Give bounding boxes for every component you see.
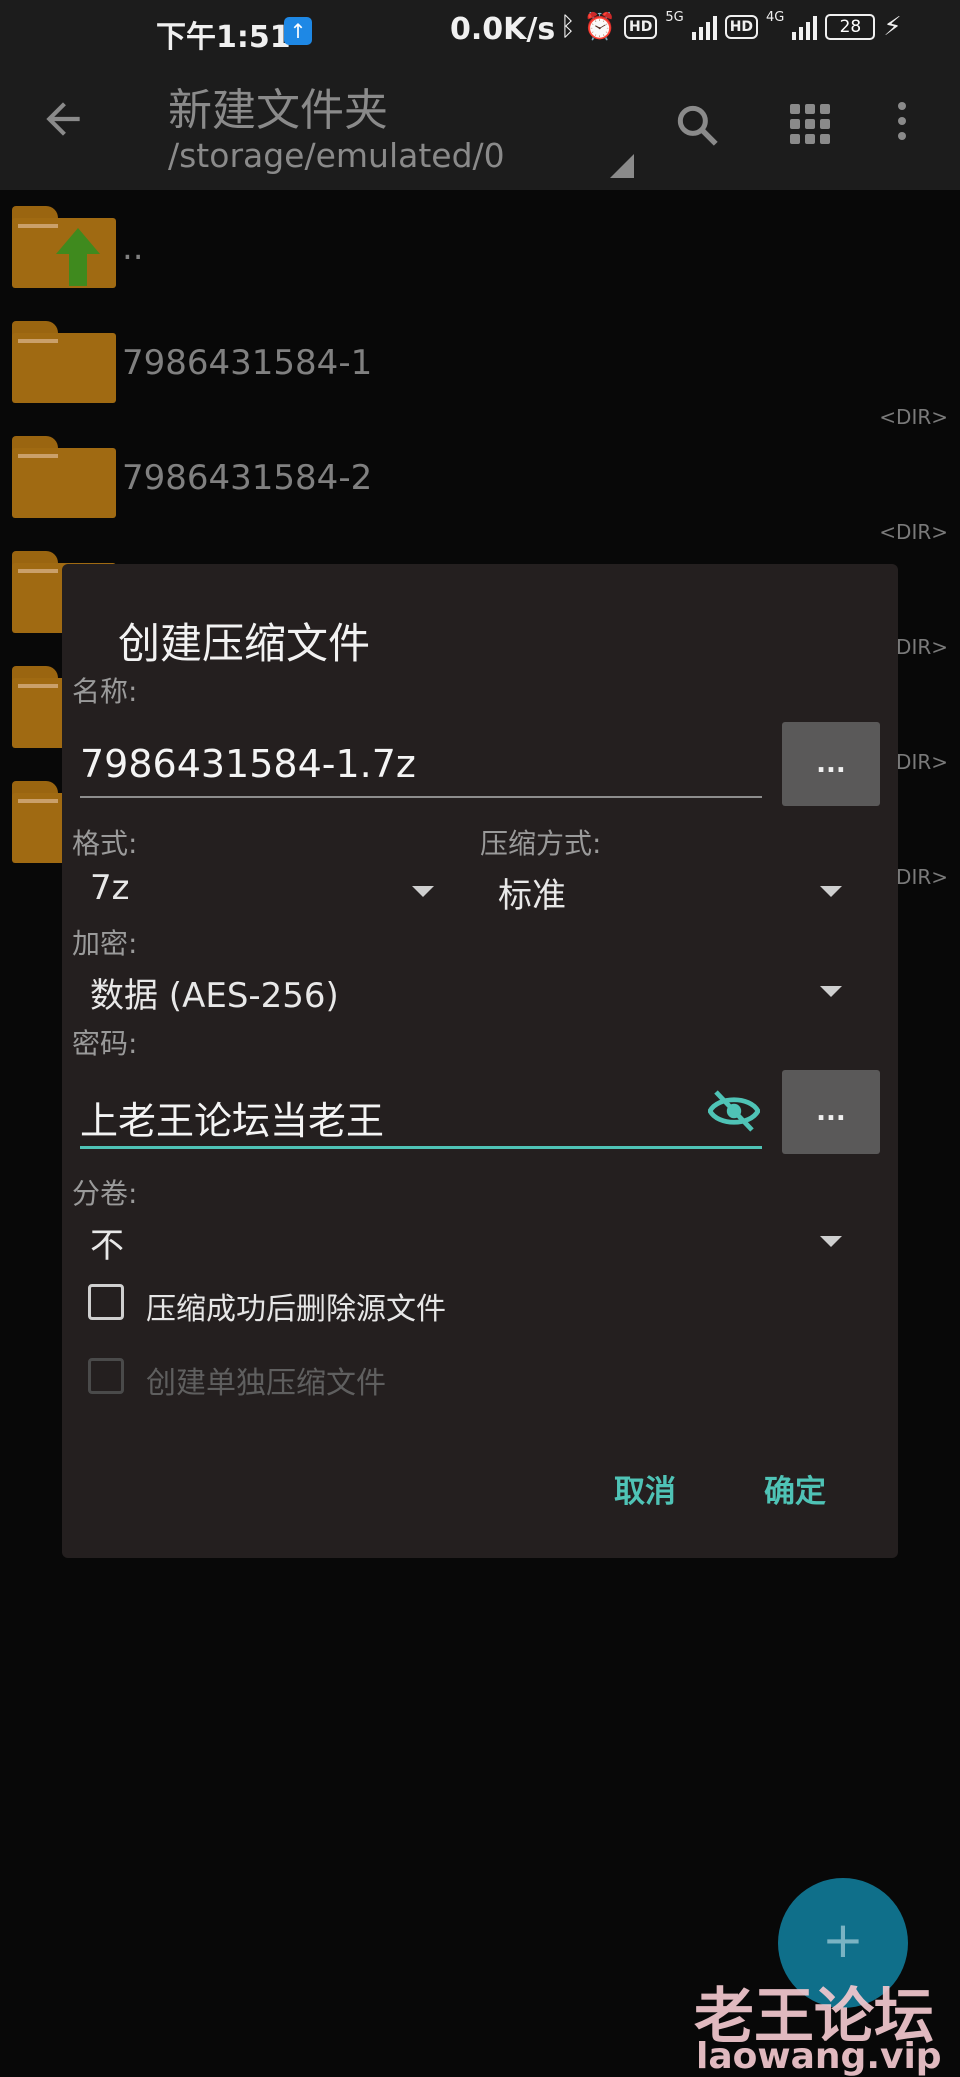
dialog-title: 创建压缩文件 (118, 619, 371, 668)
network-type-5g: 5G (665, 9, 684, 25)
signal-icon-2 (792, 14, 818, 40)
ok-button[interactable]: 确定 (764, 1466, 826, 1511)
name-label: 名称: (72, 675, 138, 708)
folder-icon (12, 436, 116, 518)
current-path[interactable]: /storage/emulated/0 (168, 136, 505, 175)
format-select[interactable]: 7z (90, 868, 129, 908)
format-dropdown-icon[interactable] (412, 886, 434, 897)
list-item-parent[interactable]: .. (0, 190, 960, 305)
network-speed: 0.0K/s (450, 12, 556, 47)
method-select[interactable]: 标准 (498, 868, 566, 917)
browse-name-button[interactable]: ... (782, 722, 880, 806)
delete-source-checkbox[interactable] (88, 1284, 124, 1320)
volume-label: 分卷: (72, 1177, 138, 1210)
visibility-off-icon[interactable] (708, 1088, 760, 1134)
file-name: 7986431584-2 (122, 458, 373, 498)
folder-up-icon (12, 206, 116, 288)
status-time: 下午1:51 (156, 20, 291, 55)
password-input[interactable]: 上老王论坛当老王 (80, 1090, 384, 1145)
more-options-icon[interactable] (898, 102, 906, 140)
file-name: 7986431584-1 (122, 343, 373, 383)
hd-icon: HD (623, 15, 658, 39)
status-icons: ᛒ ⏰ HD 5G HD 4G 28 ⚡ (560, 9, 902, 43)
create-archive-dialog: 创建压缩文件 名称: 7986431584-1.7z ... 格式: 7z 压缩… (62, 564, 898, 1558)
delete-source-label: 压缩成功后删除源文件 (146, 1292, 446, 1327)
search-icon[interactable] (672, 100, 722, 150)
list-item[interactable]: 7986431584-2 <DIR> (0, 420, 960, 544)
bluetooth-icon: ᛒ (560, 12, 576, 42)
password-label: 密码: (72, 1027, 138, 1060)
encryption-label: 加密: (72, 927, 138, 960)
network-type-4g: 4G (766, 9, 785, 25)
folder-title: 新建文件夹 (168, 85, 388, 136)
upload-notification-icon: ↑ (284, 17, 312, 45)
name-underline (80, 796, 762, 798)
grid-view-icon[interactable] (790, 104, 830, 144)
hd-icon-2: HD (724, 15, 759, 39)
cancel-button[interactable]: 取消 (614, 1466, 676, 1511)
method-label: 压缩方式: (480, 827, 602, 860)
separate-archive-checkbox (88, 1358, 124, 1394)
battery-icon: 28 (825, 14, 876, 40)
watermark-en: laowang.vip (696, 2036, 942, 2077)
back-arrow-icon[interactable] (38, 94, 88, 144)
method-dropdown-icon[interactable] (820, 886, 842, 897)
charging-icon: ⚡ (883, 12, 902, 42)
volume-select[interactable]: 不 (90, 1218, 124, 1267)
encryption-dropdown-icon[interactable] (820, 986, 842, 997)
folder-icon (12, 321, 116, 403)
path-dropdown-icon[interactable] (610, 154, 634, 178)
app-bar: 新建文件夹 /storage/emulated/0 (0, 64, 960, 190)
password-underline (80, 1146, 762, 1149)
signal-icon (691, 14, 717, 40)
encryption-select[interactable]: 数据 (AES-256) (90, 968, 339, 1017)
separate-archive-label: 创建单独压缩文件 (146, 1366, 386, 1401)
alarm-icon: ⏰ (583, 12, 616, 42)
list-item[interactable]: 7986431584-1 <DIR> (0, 305, 960, 429)
status-bar: 下午1:51 ↑ 0.0K/s ᛒ ⏰ HD 5G HD 4G 28 ⚡ (0, 0, 960, 64)
archive-name-input[interactable]: 7986431584-1.7z (80, 742, 416, 786)
format-label: 格式: (72, 827, 138, 860)
browse-password-button[interactable]: ... (782, 1070, 880, 1154)
volume-dropdown-icon[interactable] (820, 1236, 842, 1247)
file-name: .. (122, 228, 144, 268)
